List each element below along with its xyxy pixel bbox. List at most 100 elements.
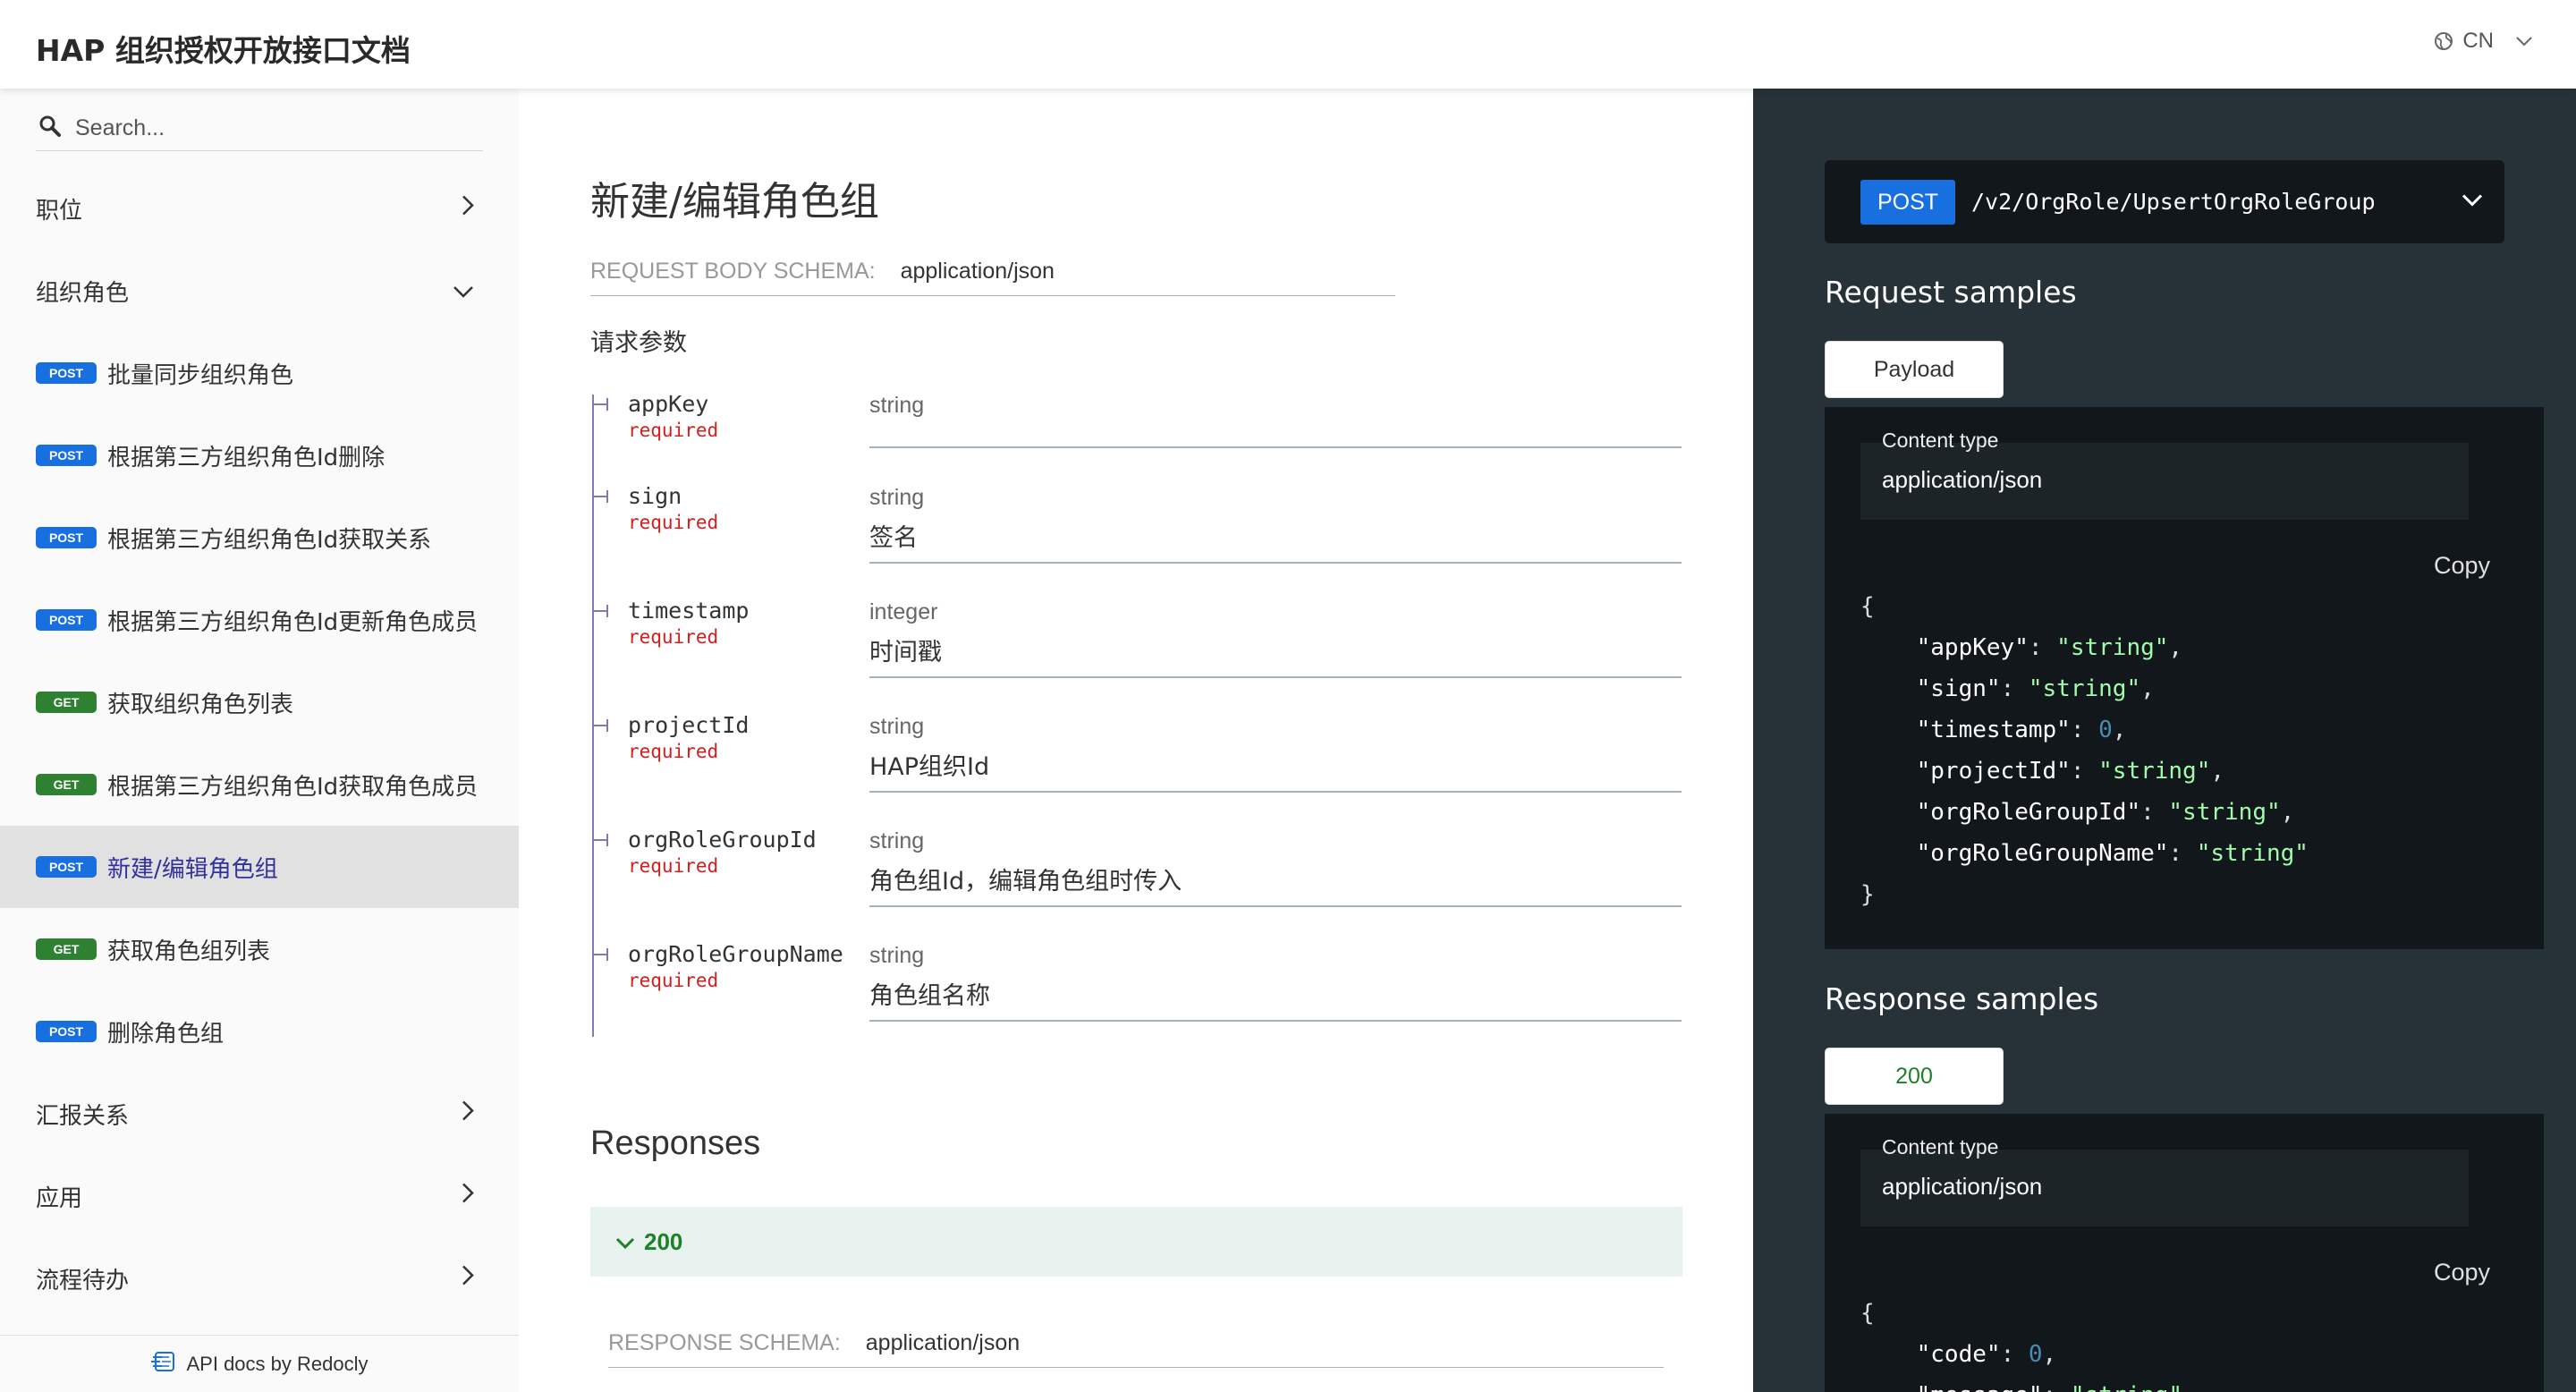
footer-label: API docs by Redocly (186, 1352, 369, 1375)
sidebar-group-positions[interactable]: 职位 (0, 167, 519, 250)
json-string-value: "string" (2098, 758, 2211, 785)
sidebar-item-label: 应用 (36, 1184, 83, 1212)
chevron-right-icon (462, 1265, 474, 1293)
param-required: required (628, 420, 719, 441)
param-type: string (869, 393, 925, 418)
param-separator (869, 791, 1682, 793)
param-hook (592, 605, 608, 617)
request-body-schema: REQUEST BODY SCHEMA: application/json (590, 259, 1395, 296)
param-required: required (628, 741, 719, 762)
param-details: integer 时间戳 (869, 599, 1682, 667)
sidebar-item-label: 根据第三方组织角色Id获取关系 (107, 526, 432, 554)
schema-content-type: application/json (900, 259, 1055, 284)
json-string-value: "string" (2196, 840, 2309, 867)
sidebar-item-label: 流程待办 (36, 1267, 130, 1294)
globe-icon (2434, 31, 2453, 51)
copy-button[interactable]: Copy (2434, 1259, 2490, 1286)
sidebar-group-org-roles[interactable]: 组织角色 (0, 250, 519, 332)
json-key: "code" (1916, 1341, 2001, 1368)
sidebar-item-label: 汇报关系 (36, 1102, 130, 1130)
sidebar-item-delete-by-third-party-id[interactable]: POST 根据第三方组织角色Id删除 (0, 414, 519, 497)
chevron-right-icon (462, 1183, 474, 1210)
sidebar-item-batch-sync-roles[interactable]: POST 批量同步组织角色 (0, 332, 519, 414)
response-code: 200 (644, 1227, 683, 1255)
json-key: "projectId" (1916, 758, 2071, 785)
param-details: string HAP组织Id (869, 714, 1682, 782)
chevron-down-icon (453, 277, 474, 304)
app-title: HAP 组织授权开放接口文档 (36, 33, 411, 68)
page-title: 新建/编辑角色组 (590, 179, 879, 225)
main-content: 新建/编辑角色组 REQUEST BODY SCHEMA: applicatio… (519, 89, 1753, 1392)
redocly-credit-link[interactable]: API docs by Redocly (0, 1335, 519, 1392)
sidebar-item-delete-role-group[interactable]: POST 删除角色组 (0, 990, 519, 1073)
content-type-label: Content type (1882, 429, 1999, 452)
param-details: string (869, 393, 1682, 426)
search-icon (36, 114, 63, 143)
json-key: "orgRoleGroupId" (1916, 799, 2141, 826)
language-label: CN (2462, 29, 2494, 53)
post-badge: POST (36, 527, 97, 548)
sidebar-item-update-role-members[interactable]: POST 根据第三方组织角色Id更新角色成员 (0, 579, 519, 661)
schema-content-type: application/json (865, 1330, 1021, 1355)
param-hook (592, 948, 608, 961)
chevron-down-icon (2515, 36, 2533, 47)
json-string-value: "string" (2071, 1382, 2182, 1392)
param-type: string (869, 828, 925, 853)
sidebar-item-get-role-list[interactable]: GET 获取组织角色列表 (0, 661, 519, 743)
param-required: required (628, 855, 719, 877)
param-type: integer (869, 599, 938, 624)
endpoint-dropdown[interactable]: POST /v2/OrgRole/UpsertOrgRoleGroup (1825, 160, 2504, 243)
sidebar-item-upsert-role-group[interactable]: POST 新建/编辑角色组 (0, 826, 519, 908)
post-badge: POST (36, 856, 97, 878)
sidebar-item-label: 组织角色 (36, 279, 130, 307)
search-input[interactable] (75, 115, 469, 141)
chevron-right-icon (462, 1100, 474, 1128)
json-key: "timestamp" (1916, 717, 2071, 743)
request-sample-code: Content type application/json Copy { "ap… (1825, 407, 2544, 949)
json-string-value: "string" (2056, 634, 2169, 661)
request-samples-title: Request samples (1825, 275, 2077, 310)
chevron-down-icon (2462, 193, 2483, 210)
copy-button[interactable]: Copy (2434, 552, 2490, 580)
sidebar-item-label: 根据第三方组织角色Id更新角色成员 (107, 608, 479, 636)
post-badge: POST (36, 1021, 97, 1042)
param-separator (869, 676, 1682, 678)
schema-label: REQUEST BODY SCHEMA: (590, 259, 876, 284)
chevron-down-icon (615, 1228, 635, 1256)
param-type: string (869, 714, 925, 739)
param-separator (869, 562, 1682, 564)
param-separator (869, 905, 1682, 907)
response-200-toggle[interactable]: 200 (590, 1207, 1682, 1277)
response-200-tab[interactable]: 200 (1825, 1048, 2004, 1105)
json-string-value: "string" (2168, 799, 2281, 826)
sidebar-group-reporting[interactable]: 汇报关系 (0, 1073, 519, 1155)
param-description: 时间戳 (869, 639, 942, 666)
sidebar-item-label: 批量同步组织角色 (107, 361, 294, 389)
response-samples-title: Response samples (1825, 981, 2099, 1016)
request-json: { "appKey": "string", "sign": "string", … (1860, 593, 2309, 908)
post-badge: POST (36, 362, 97, 384)
param-separator (869, 1020, 1682, 1022)
endpoint-path: /v2/OrgRole/UpsertOrgRoleGroup (1971, 189, 2376, 215)
json-key: "message" (1917, 1382, 2043, 1392)
content-type-value: application/json (1882, 466, 2043, 493)
sidebar-item-get-relation[interactable]: POST 根据第三方组织角色Id获取关系 (0, 497, 519, 579)
sidebar-group-apps[interactable]: 应用 (0, 1155, 519, 1237)
schema-label: RESPONSE SCHEMA: (608, 1330, 841, 1355)
post-badge: POST (36, 445, 97, 466)
payload-tab[interactable]: Payload (1825, 341, 2004, 398)
param-details: string 角色组Id，编辑角色组时传入 (869, 828, 1682, 896)
sidebar-item-get-role-members[interactable]: GET 根据第三方组织角色Id获取角色成员 (0, 743, 519, 826)
param-description: 角色组Id，编辑角色组时传入 (869, 868, 1182, 895)
language-switcher[interactable]: CN (2434, 29, 2533, 54)
get-badge: GET (36, 938, 97, 960)
get-badge: GET (36, 692, 97, 713)
param-separator (869, 446, 1682, 448)
param-description: HAP组织Id (869, 753, 990, 781)
sidebar-item-get-role-group-list[interactable]: GET 获取角色组列表 (0, 908, 519, 990)
param-description: 角色组名称 (869, 982, 990, 1010)
param-name: projectId (628, 712, 750, 738)
sidebar-group-workflow-todo[interactable]: 流程待办 (0, 1237, 519, 1320)
sidebar-item-label: 新建/编辑角色组 (107, 855, 278, 883)
top-bar: HAP 组织授权开放接口文档 CN (0, 0, 2576, 89)
